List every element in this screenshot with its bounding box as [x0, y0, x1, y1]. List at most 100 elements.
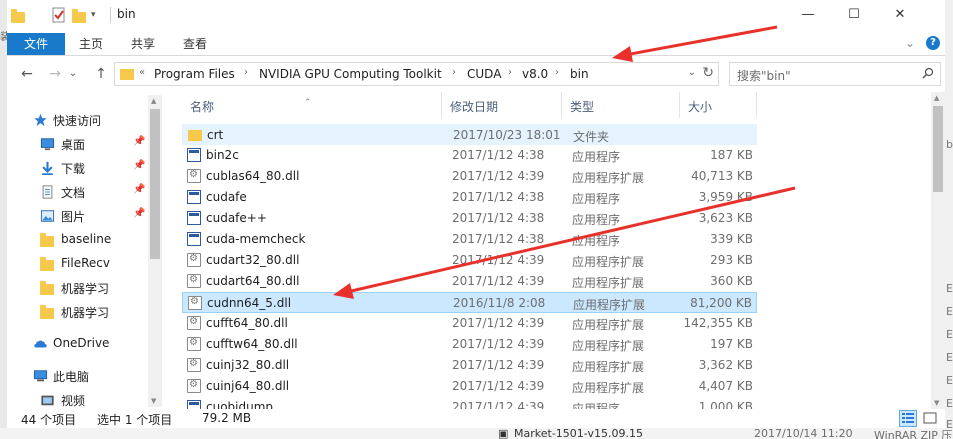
file-type: 应用程序扩展 — [572, 171, 645, 185]
selection-count: 选中 1 个项目 — [97, 413, 173, 427]
up-button[interactable]: ↑ — [91, 65, 111, 83]
search-input[interactable]: 搜索"bin" — [729, 62, 941, 86]
file-row[interactable]: cudart32_80.dll 2017/1/12 4:39 应用程序扩展 293 K… — [182, 250, 757, 271]
breadcrumb-separator[interactable]: › — [244, 67, 248, 78]
new-folder-icon[interactable] — [71, 7, 87, 23]
nav-folder-ml-1[interactable]: 机器学习 — [7, 277, 147, 299]
pin-icon[interactable]: 📌 — [133, 136, 145, 147]
file-name: cudnn64_5.dll — [207, 296, 292, 310]
close-button[interactable]: ✕ — [877, 0, 923, 30]
overflow-chevron-icon[interactable]: « — [139, 67, 145, 78]
forward-button[interactable]: → — [45, 65, 65, 83]
file-list-scrollbar-thumb[interactable] — [933, 106, 943, 192]
breadcrumb-cuda[interactable]: CUDA — [467, 67, 501, 81]
scroll-down-icon[interactable]: ▼ — [934, 399, 939, 407]
address-dropdown-icon[interactable]: ⌄ — [688, 67, 696, 78]
pin-icon[interactable]: 📌 — [133, 160, 145, 171]
file-name: cublas64_80.dll — [206, 169, 300, 183]
pin-icon[interactable]: 📌 — [133, 208, 145, 219]
file-row[interactable]: crt 2017/10/23 18:01 文件夹 — [182, 124, 757, 145]
nav-videos[interactable]: 视频 — [7, 389, 147, 411]
file-row[interactable]: cudafe 2017/1/12 4:38 应用程序 3,959 KB — [182, 187, 757, 208]
nav-folder-ml-2[interactable]: 机器学习 — [7, 301, 147, 323]
tab-home[interactable]: 主页 — [69, 33, 113, 55]
column-header-name[interactable]: 名称 ⌃ — [182, 92, 442, 118]
nav-scrollbar[interactable]: ▲ ▼ — [148, 95, 162, 407]
file-row[interactable]: cudnn64_5.dll 2016/11/8 2:08 应用程序扩展 81,200 … — [182, 292, 757, 313]
file-size: 40,713 KB — [691, 169, 753, 183]
file-row[interactable]: cuobjdump 2017/1/12 4:39 应用程序 1,000 KB — [182, 397, 757, 409]
nav-pictures[interactable]: 图片 📌 — [7, 205, 147, 227]
background-glyph: b — [946, 138, 953, 151]
back-button[interactable]: ← — [17, 65, 37, 83]
minimize-button[interactable]: — — [785, 0, 831, 30]
nav-quick-access[interactable]: 快速访问 — [7, 109, 147, 131]
column-header-size[interactable]: 大小 — [680, 92, 757, 118]
file-name: cudafe — [206, 190, 247, 204]
column-date-label: 修改日期 — [450, 100, 499, 114]
address-bar[interactable]: « Program Files › NVIDIA GPU Computing T… — [114, 62, 719, 86]
file-row[interactable]: cuinj32_80.dll 2017/1/12 4:39 应用程序扩展 3,362 … — [182, 355, 757, 376]
nav-this-pc[interactable]: 此电脑 — [7, 365, 147, 387]
scroll-down-icon[interactable]: ▼ — [151, 397, 156, 405]
file-size: 293 KB — [710, 253, 753, 267]
details-view-button[interactable] — [899, 410, 917, 427]
file-row[interactable]: cuda-memcheck 2017/1/12 4:38 应用程序 339 KB — [182, 229, 757, 250]
quick-access-dropdown-icon[interactable]: ▾ — [91, 7, 107, 23]
scroll-up-icon[interactable]: ▲ — [151, 97, 156, 105]
column-type-label: 类型 — [570, 100, 595, 114]
nav-label: 机器学习 — [61, 282, 110, 296]
nav-downloads[interactable]: 下载 📌 — [7, 157, 147, 179]
breadcrumb-bin[interactable]: bin — [570, 67, 589, 81]
file-row[interactable]: cublas64_80.dll 2017/1/12 4:39 应用程序扩展 40,71… — [182, 166, 757, 187]
nav-onedrive[interactable]: OneDrive — [7, 333, 147, 355]
search-icon[interactable] — [922, 67, 934, 79]
nav-scrollbar-thumb[interactable] — [150, 109, 160, 259]
background-row-date: 2017/10/14 11:20 — [754, 428, 853, 439]
file-date: 2017/1/12 4:39 — [452, 253, 545, 267]
maximize-button[interactable]: ☐ — [831, 0, 877, 30]
tab-share[interactable]: 共享 — [121, 33, 165, 55]
nav-folder-filerecv[interactable]: FileRecv — [7, 253, 147, 275]
item-count: 44 个项目 — [21, 413, 77, 427]
recent-locations-button[interactable]: ⌄ — [67, 65, 79, 83]
file-name: cufft64_80.dll — [206, 316, 288, 330]
file-name: cudart64_80.dll — [206, 274, 300, 288]
file-size: 81,200 KB — [690, 296, 752, 310]
file-row[interactable]: cuinj64_80.dll 2017/1/12 4:39 应用程序扩展 4,407 … — [182, 376, 757, 397]
file-row[interactable]: cufft64_80.dll 2017/1/12 4:39 应用程序扩展 142,35… — [182, 313, 757, 334]
file-row[interactable]: cudart64_80.dll 2017/1/12 4:39 应用程序扩展 360 K… — [182, 271, 757, 292]
dll-icon — [187, 337, 201, 351]
large-icons-view-button[interactable] — [921, 410, 939, 427]
tab-view[interactable]: 查看 — [173, 33, 217, 55]
breadcrumb-nvidia-toolkit[interactable]: NVIDIA GPU Computing Toolkit — [259, 67, 442, 81]
file-type: 应用程序扩展 — [572, 381, 645, 395]
file-row[interactable]: cufftw64_80.dll 2017/1/12 4:39 应用程序扩展 197 K… — [182, 334, 757, 355]
nav-folder-baseline[interactable]: baseline — [7, 229, 147, 251]
file-row[interactable]: bin2c 2017/1/12 4:38 应用程序 187 KB — [182, 145, 757, 166]
help-icon[interactable]: ? — [926, 36, 940, 50]
tab-file[interactable]: 文件 — [7, 33, 65, 55]
breadcrumb-separator[interactable]: › — [452, 67, 456, 78]
breadcrumb-v8[interactable]: v8.0 — [522, 67, 548, 81]
folder-icon — [120, 69, 134, 80]
file-size: 3,623 KB — [698, 211, 753, 225]
column-header-date[interactable]: 修改日期 — [442, 92, 562, 118]
scroll-up-icon[interactable]: ▲ — [934, 94, 939, 102]
breadcrumb-separator[interactable]: › — [508, 67, 512, 78]
file-list-scrollbar[interactable]: ▲ ▼ — [931, 92, 945, 409]
nav-label: 图片 — [61, 210, 86, 224]
pin-icon[interactable]: 📌 — [133, 184, 145, 195]
file-row[interactable]: cudafe++ 2017/1/12 4:38 应用程序 3,623 KB — [182, 208, 757, 229]
file-type: 应用程序扩展 — [572, 318, 645, 332]
refresh-icon[interactable]: ↻ — [702, 65, 714, 81]
breadcrumb-program-files[interactable]: Program Files — [154, 67, 235, 81]
nav-documents[interactable]: 文档 📌 — [7, 181, 147, 203]
nav-desktop[interactable]: 桌面 📌 — [7, 133, 147, 155]
ribbon-collapse-icon[interactable]: ⌄ — [905, 36, 915, 50]
properties-icon[interactable] — [51, 7, 67, 23]
file-date: 2017/1/12 4:39 — [452, 169, 545, 183]
breadcrumb-separator[interactable]: › — [555, 67, 559, 78]
column-header-type[interactable]: 类型 — [562, 92, 680, 118]
file-size: 197 KB — [710, 337, 753, 351]
